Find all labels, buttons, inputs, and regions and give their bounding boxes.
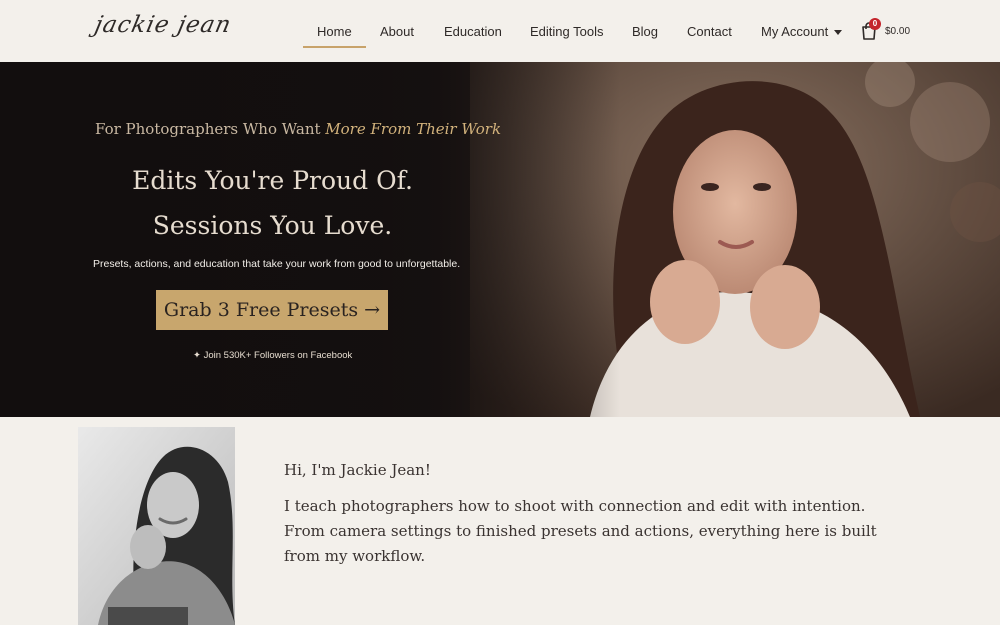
nav-blog[interactable]: Blog (632, 24, 658, 39)
cart-total[interactable]: $0.00 (885, 26, 910, 37)
hero-tagline-prefix: For Photographers Who Want (95, 120, 326, 138)
nav-home[interactable]: Home (303, 24, 366, 48)
chevron-down-icon (834, 30, 843, 36)
hero-section: For Photographers Who Want More From The… (0, 62, 1000, 417)
about-text: I teach photographers how to shoot with … (284, 497, 877, 565)
nav-about[interactable]: About (380, 24, 414, 39)
nav-my-account[interactable]: My Account (761, 24, 843, 39)
cart-count-badge: 0 (869, 18, 881, 30)
nav-education[interactable]: Education (444, 24, 502, 39)
hero-tagline-emphasis: More From Their Work (325, 120, 502, 138)
hero-tagline: For Photographers Who Want More From The… (95, 120, 501, 138)
nav-my-account-label: My Account (761, 24, 829, 39)
nav-editing-tools[interactable]: Editing Tools (530, 24, 603, 39)
site-header: jackie jean Home About Education Editing… (0, 0, 1000, 62)
nav-contact[interactable]: Contact (687, 24, 732, 39)
hero-headline-1: Edits You're Proud Of. (132, 166, 413, 195)
about-portrait-image (78, 427, 235, 625)
facebook-followers-link[interactable]: ✦ Join 530K+ Followers on Facebook (193, 350, 352, 361)
about-greeting: Hi, I'm Jackie Jean! (284, 461, 431, 479)
grab-free-presets-button[interactable]: Grab 3 Free Presets → (156, 290, 388, 330)
hero-subtext: Presets, actions, and education that tak… (93, 258, 461, 270)
hero-headline-2: Sessions You Love. (152, 211, 393, 240)
main-nav: Home About Education Editing Tools Blog … (0, 0, 1000, 62)
